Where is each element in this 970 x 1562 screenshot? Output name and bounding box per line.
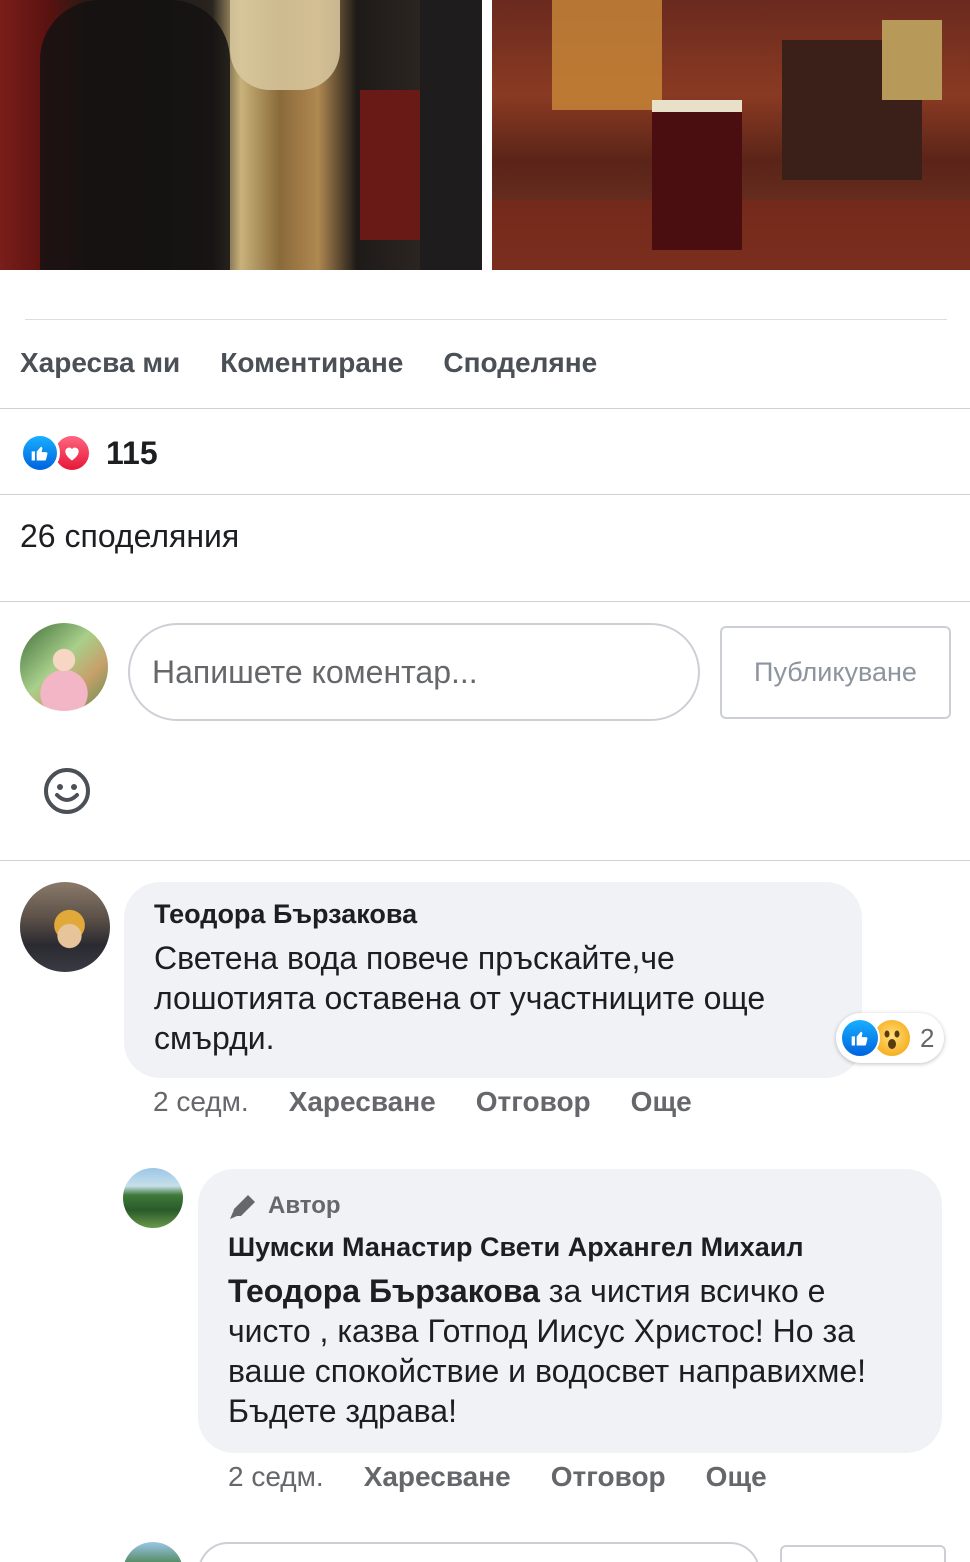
reactions-summary[interactable]: 115 (20, 430, 158, 476)
thumbs-up-icon (840, 1018, 880, 1058)
divider (25, 319, 947, 320)
comment-timestamp[interactable]: 2 седм. (153, 1086, 249, 1118)
post-action-bar: Харесва ми Коментиране Споделяне (20, 340, 597, 386)
reply-meta: 2 седм. Харесване Отговор Още (228, 1461, 767, 1493)
comment-input[interactable]: Напишете коментар... (128, 623, 700, 721)
divider (0, 601, 970, 602)
reply-composer-avatar (123, 1542, 183, 1562)
comment-like-link[interactable]: Харесване (289, 1086, 436, 1118)
reply-timestamp[interactable]: 2 седм. (228, 1461, 324, 1493)
reply-bubble: Автор Шумски Манастир Свети Архангел Мих… (198, 1169, 942, 1453)
comment-author-avatar[interactable] (20, 882, 110, 972)
comment-meta: 2 седм. Харесване Отговор Още (153, 1086, 692, 1118)
like-button[interactable]: Харесва ми (20, 347, 180, 379)
reply-mention[interactable]: Теодора Бързакова (228, 1273, 540, 1309)
reply-author-name[interactable]: Шумски Манастир Свети Архангел Михаил (228, 1231, 912, 1263)
comment-text: Светена вода повече пръскайте,че лошотия… (154, 940, 766, 1056)
reaction-count: 115 (106, 434, 158, 471)
reply-author-avatar[interactable] (123, 1168, 183, 1228)
author-badge-label: Автор (268, 1192, 341, 1219)
thumbs-up-icon (20, 433, 60, 473)
comment-button[interactable]: Коментиране (220, 347, 403, 379)
reply-publish-button[interactable] (780, 1545, 946, 1562)
author-badge: Автор (228, 1191, 912, 1221)
divider (0, 860, 970, 861)
reply-more-link[interactable]: Още (706, 1461, 767, 1493)
comment-more-link[interactable]: Още (631, 1086, 692, 1118)
smiley-icon[interactable] (42, 766, 92, 816)
comment-reactions[interactable]: 2 (836, 1013, 945, 1063)
comment-reply-link[interactable]: Отговор (476, 1086, 591, 1118)
publish-button[interactable]: Публикуване (720, 626, 951, 719)
comment-author-name[interactable]: Теодора Бързакова (154, 898, 832, 930)
post-photo-1[interactable] (0, 0, 482, 270)
comment-reaction-count: 2 (920, 1022, 935, 1053)
comment-bubble: Теодора Бързакова Светена вода повече пр… (124, 882, 862, 1078)
post-photos (0, 0, 970, 270)
shares-count[interactable]: 26 споделяния (20, 518, 239, 555)
share-button[interactable]: Споделяне (443, 347, 597, 379)
current-user-avatar (20, 623, 108, 711)
reply-like-link[interactable]: Харесване (364, 1461, 511, 1493)
divider (0, 408, 970, 409)
post-photo-2[interactable] (492, 0, 970, 270)
reply-reply-link[interactable]: Отговор (551, 1461, 666, 1493)
divider (0, 494, 970, 495)
reply-text: Теодора Бързакова за чистия всичко е чис… (228, 1271, 912, 1431)
pencil-icon (230, 1195, 255, 1219)
comment-input-placeholder: Напишете коментар... (152, 653, 478, 690)
reply-input[interactable] (198, 1542, 760, 1562)
